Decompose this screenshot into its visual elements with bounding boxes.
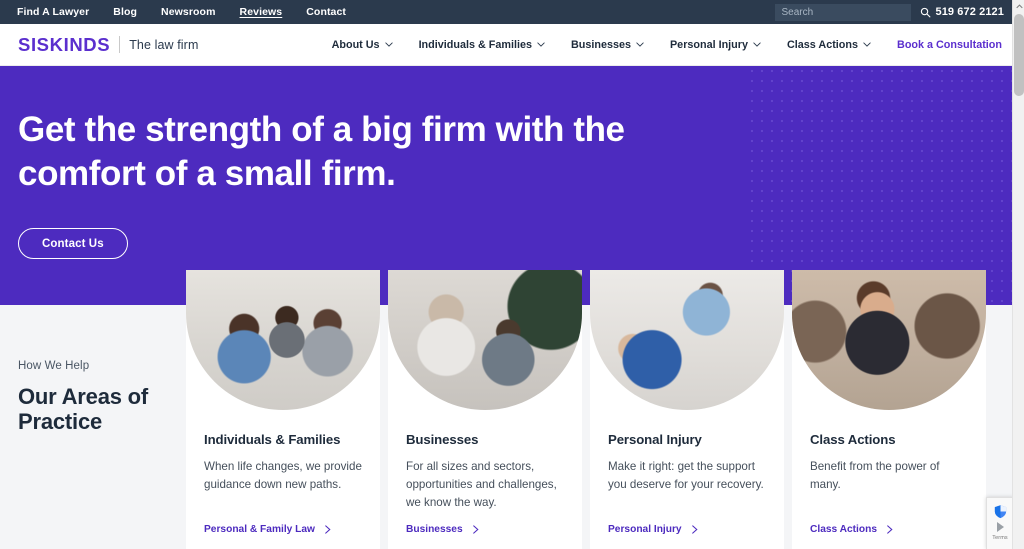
utility-link-find-a-lawyer[interactable]: Find A Lawyer <box>17 6 89 18</box>
card-link-label: Personal Injury <box>608 524 682 535</box>
logo-tagline: The law firm <box>129 37 199 52</box>
recaptcha-play-icon <box>996 522 1004 532</box>
chevron-up-icon <box>1015 3 1023 8</box>
page-root: Find A Lawyer Blog Newsroom Reviews Cont… <box>0 0 1024 549</box>
utility-link-reviews[interactable]: Reviews <box>240 6 283 18</box>
card-photo-class-actions <box>792 270 986 410</box>
card-link-businesses[interactable]: Businesses <box>406 524 480 535</box>
card-image <box>388 270 582 410</box>
card-description: When life changes, we provide guidance d… <box>204 460 362 491</box>
site-logo[interactable]: SISKINDS The law firm <box>0 34 198 56</box>
practice-areas-section: How We Help Our Areas of Practice Indivi… <box>0 270 1012 549</box>
recaptcha-terms-label: Terms <box>992 535 1008 541</box>
hero-content: Get the strength of a big firm with the … <box>0 66 1012 259</box>
logo-wordmark: SISKINDS <box>18 33 111 55</box>
card-photo-personal-injury <box>590 270 784 410</box>
card-image <box>186 270 380 410</box>
nav-item-individuals-families[interactable]: Individuals & Families <box>419 39 545 51</box>
utility-link-contact[interactable]: Contact <box>306 6 346 18</box>
practice-card[interactable]: Class Actions Benefit from the power of … <box>792 270 986 549</box>
card-body: Personal Injury Make it right: get the s… <box>590 410 784 494</box>
card-link-label: Businesses <box>406 524 463 535</box>
scrollbar-thumb[interactable] <box>1014 14 1024 96</box>
nav-item-personal-injury[interactable]: Personal Injury <box>670 39 761 51</box>
utility-bar-right: 519 672 2121 <box>774 3 1013 21</box>
practice-card[interactable]: Businesses For all sizes and sectors, op… <box>388 270 582 549</box>
card-description: For all sizes and sectors, opportunities… <box>406 460 557 509</box>
nav-item-about-us[interactable]: About Us <box>332 39 393 51</box>
practice-card[interactable]: Personal Injury Make it right: get the s… <box>590 270 784 549</box>
nav-label: Individuals & Families <box>418 38 532 51</box>
card-description: Benefit from the power of many. <box>810 460 940 491</box>
chevron-right-icon <box>691 525 698 534</box>
card-title: Class Actions <box>810 432 896 447</box>
card-link-class-actions[interactable]: Class Actions <box>810 524 894 535</box>
card-image <box>792 270 986 410</box>
practice-card[interactable]: Individuals & Families When life changes… <box>186 270 380 549</box>
recaptcha-shield-icon <box>994 505 1006 519</box>
practice-heading: Our Areas of Practice <box>18 384 149 434</box>
top-utility-bar: Find A Lawyer Blog Newsroom Reviews Cont… <box>0 0 1012 24</box>
practice-intro: How We Help Our Areas of Practice <box>18 360 178 434</box>
card-body: Class Actions Benefit from the power of … <box>792 410 986 494</box>
practice-eyebrow: How We Help <box>18 360 90 372</box>
chevron-right-icon <box>887 525 893 534</box>
card-title: Individuals & Families <box>204 432 341 447</box>
logo-divider <box>119 36 121 53</box>
card-description: Make it right: get the support you deser… <box>608 460 764 491</box>
card-title: Personal Injury <box>608 432 702 447</box>
card-image <box>590 270 784 410</box>
hero-headline: Get the strength of a big firm with the … <box>18 110 625 193</box>
nav-item-class-actions[interactable]: Class Actions <box>787 39 871 51</box>
chevron-down-icon <box>753 42 761 47</box>
card-photo-businesses <box>388 270 582 410</box>
nav-label: About Us <box>331 38 380 51</box>
nav-label: Class Actions <box>787 38 859 51</box>
utility-nav: Find A Lawyer Blog Newsroom Reviews Cont… <box>0 6 370 18</box>
card-link-label: Personal & Family Law <box>204 524 315 535</box>
phone-link[interactable]: 519 672 2121 <box>920 6 1005 18</box>
card-body: Individuals & Families When life changes… <box>186 410 380 494</box>
card-body: Businesses For all sizes and sectors, op… <box>388 410 582 512</box>
nav-label: Businesses <box>570 38 631 51</box>
primary-nav: About Us Individuals & Families Business… <box>306 39 1012 51</box>
chevron-down-icon <box>636 42 644 47</box>
recaptcha-badge[interactable]: Terms <box>986 497 1014 549</box>
practice-card-list: Individuals & Families When life changes… <box>186 270 986 549</box>
page-scrollbar[interactable] <box>1012 0 1024 549</box>
chevron-down-icon <box>384 42 393 47</box>
chevron-right-icon <box>472 525 479 534</box>
card-link-personal-family-law[interactable]: Personal & Family Law <box>204 524 332 535</box>
search-input[interactable] <box>774 3 911 21</box>
book-consultation-link[interactable]: Book a Consultation <box>897 39 1002 51</box>
utility-link-newsroom[interactable]: Newsroom <box>161 6 215 18</box>
phone-number: 519 672 2121 <box>935 6 1004 18</box>
card-link-label: Class Actions <box>810 524 877 535</box>
search-icon <box>920 7 930 17</box>
chevron-down-icon <box>537 42 545 47</box>
chevron-right-icon <box>325 525 331 534</box>
contact-us-button[interactable]: Contact Us <box>18 228 128 259</box>
card-photo-individuals-families <box>186 270 380 410</box>
site-header: SISKINDS The law firm About Us Individua… <box>0 24 1012 66</box>
card-link-personal-injury[interactable]: Personal Injury <box>608 524 699 535</box>
utility-link-blog[interactable]: Blog <box>113 6 137 18</box>
nav-item-businesses[interactable]: Businesses <box>571 39 644 51</box>
chevron-down-icon <box>863 42 871 47</box>
scrollbar-up-arrow[interactable] <box>1013 0 1024 12</box>
nav-label: Personal Injury <box>669 38 748 51</box>
card-title: Businesses <box>406 432 479 447</box>
